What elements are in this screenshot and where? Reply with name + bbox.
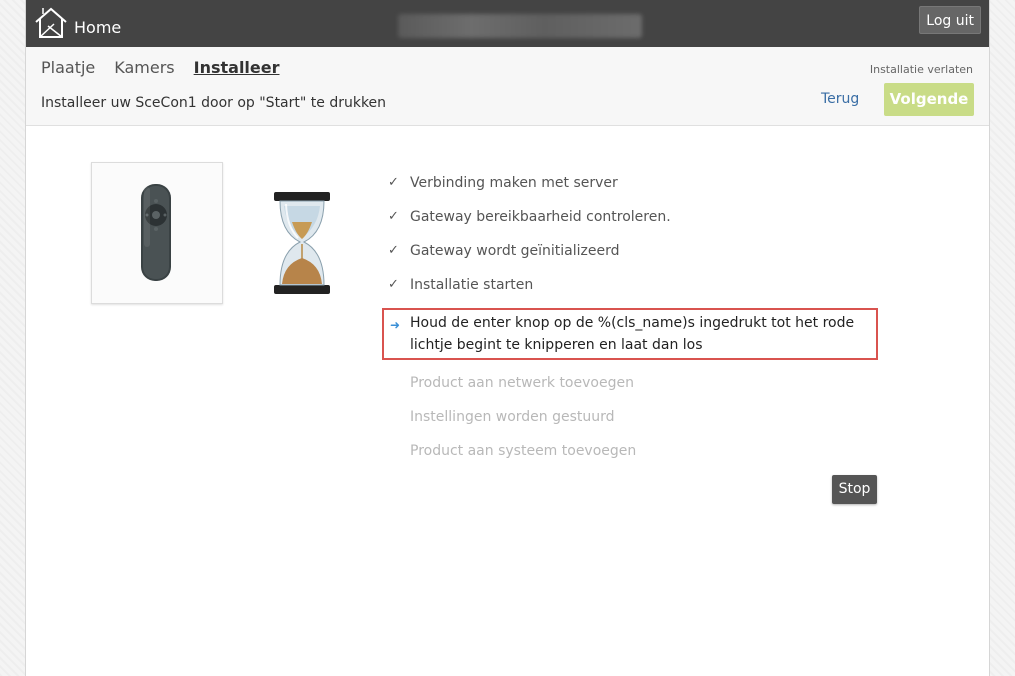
- tab-kamers[interactable]: Kamers: [114, 58, 174, 77]
- arrow-right-icon: ➜: [390, 318, 401, 332]
- step-item: ✓ Gateway bereikbaarheid controleren.: [388, 206, 908, 240]
- check-icon: ✓: [388, 243, 399, 258]
- step-item: ✓ Gateway wordt geïnitializeerd: [388, 240, 908, 274]
- installation-steps: ✓ Verbinding maken met server ✓ Gateway …: [382, 172, 908, 474]
- hourglass-icon: [274, 192, 330, 298]
- stop-button[interactable]: Stop: [832, 475, 877, 504]
- check-icon: ✓: [388, 209, 399, 224]
- leave-installation-link[interactable]: Installatie verlaten: [870, 63, 973, 76]
- step-label: Instellingen worden gestuurd: [410, 409, 615, 425]
- home-link[interactable]: Home: [34, 6, 121, 40]
- check-icon: ✓: [388, 175, 399, 190]
- step-label: Gateway bereikbaarheid controleren.: [410, 209, 671, 225]
- device-image: [91, 162, 223, 304]
- step-label: Gateway wordt geïnitializeerd: [410, 243, 620, 259]
- app-frame: Home Log uit Plaatje Kamers Installeer I…: [25, 0, 990, 676]
- logout-button[interactable]: Log uit: [919, 6, 981, 34]
- sub-navigation: Plaatje Kamers Installeer Installatie ve…: [26, 47, 989, 126]
- home-label: Home: [74, 17, 122, 37]
- current-step: ➜ Houd de enter knop op de %(cls_name)s …: [382, 308, 878, 360]
- tab-plaatje[interactable]: Plaatje: [41, 58, 95, 77]
- step-label: Houd de enter knop op de %(cls_name)s in…: [410, 315, 855, 353]
- tab-installeer[interactable]: Installeer: [194, 58, 280, 77]
- step-item: Instellingen worden gestuurd: [388, 406, 908, 440]
- remote-control-icon: [141, 184, 171, 281]
- step-item: Product aan netwerk toevoegen: [388, 372, 908, 406]
- instruction-text: Installeer uw SceCon1 door op "Start" te…: [41, 95, 387, 111]
- current-step-highlight: ➜ Houd de enter knop op de %(cls_name)s …: [382, 308, 878, 360]
- step-item: ✓ Installatie starten: [388, 274, 908, 308]
- check-icon: ✓: [388, 277, 399, 292]
- back-button[interactable]: Terug: [821, 91, 859, 107]
- tab-bar: Plaatje Kamers Installeer: [41, 58, 299, 77]
- step-item: Product aan systeem toevoegen: [388, 440, 908, 474]
- step-label: Product aan systeem toevoegen: [410, 443, 637, 459]
- step-label: Verbinding maken met server: [410, 175, 618, 191]
- step-label: Product aan netwerk toevoegen: [410, 375, 634, 391]
- top-bar: Home Log uit: [26, 0, 989, 47]
- next-button[interactable]: Volgende: [884, 83, 974, 116]
- step-item: ✓ Verbinding maken met server: [388, 172, 908, 206]
- blurred-title: [398, 14, 642, 38]
- step-label: Installatie starten: [410, 277, 534, 293]
- house-icon: [35, 7, 67, 38]
